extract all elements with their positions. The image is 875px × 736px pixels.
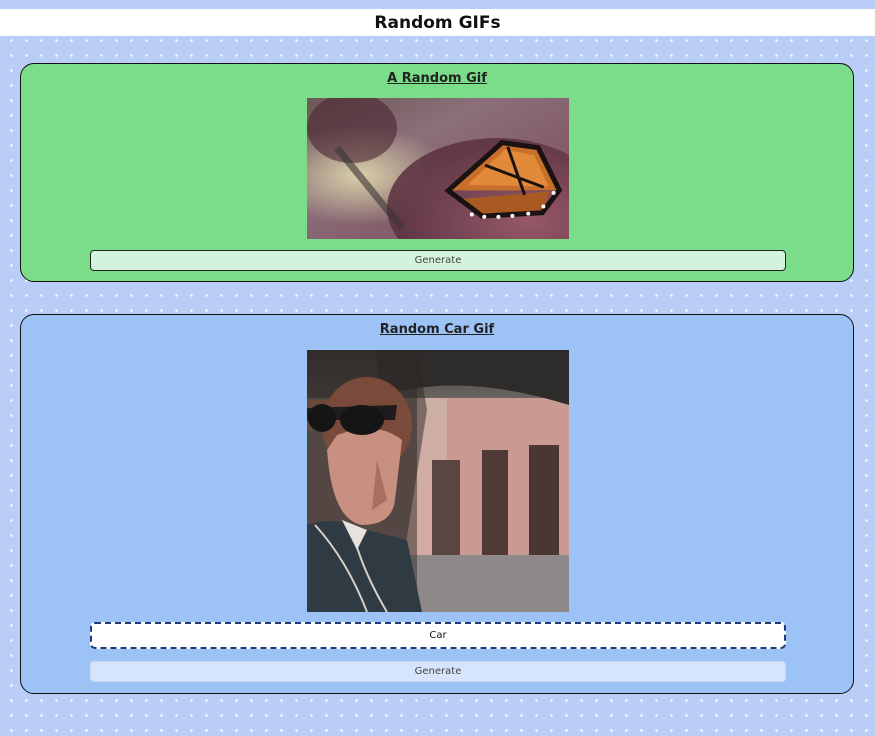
car-driver-gif-image (307, 350, 569, 612)
page-header: Random GIFs (0, 9, 875, 36)
random-gif-card: A Random Gif Generate (20, 63, 854, 282)
random-generate-button[interactable]: Generate (90, 250, 786, 271)
random-gif-title: A Random Gif (387, 71, 487, 86)
car-generate-button[interactable]: Generate (90, 661, 786, 682)
butterfly-gif-image (307, 98, 569, 239)
random-car-gif-title: Random Car Gif (379, 322, 495, 337)
random-car-gif-card: Random Car Gif Car Generate (20, 314, 854, 694)
butterfly-gif-graphic (307, 98, 569, 239)
page-title: Random GIFs (374, 12, 501, 33)
car-search-input[interactable] (90, 622, 786, 649)
car-driver-gif-graphic (307, 350, 569, 612)
